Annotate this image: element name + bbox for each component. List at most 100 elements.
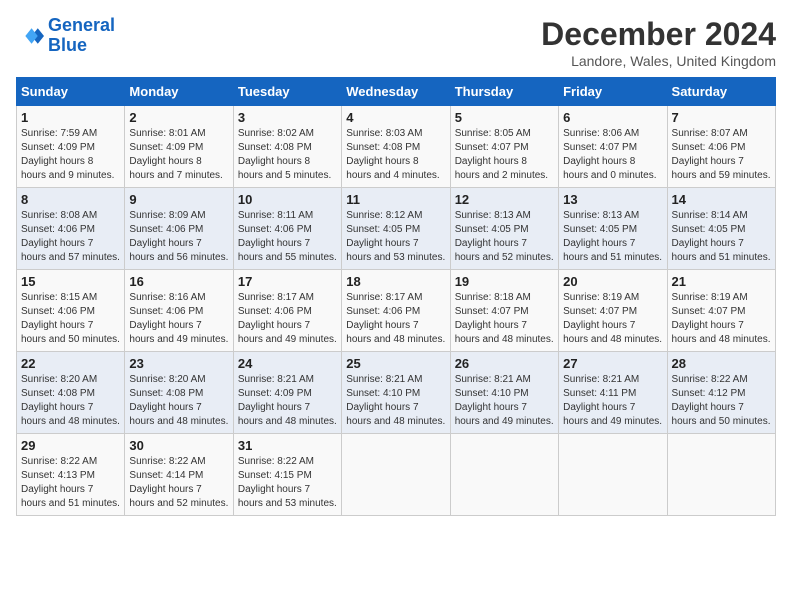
day-number: 15 — [21, 274, 120, 289]
day-number: 20 — [563, 274, 662, 289]
day-number: 4 — [346, 110, 445, 125]
day-info: Sunrise: 8:20 AM Sunset: 4:08 PM Dayligh… — [21, 373, 120, 429]
day-info: Sunrise: 8:05 AM Sunset: 4:07 PM Dayligh… — [455, 127, 554, 183]
calendar-table: Sunday Monday Tuesday Wednesday Thursday… — [16, 77, 776, 516]
day-info: Sunrise: 8:13 AM Sunset: 4:05 PM Dayligh… — [563, 209, 662, 265]
day-info: Sunrise: 8:19 AM Sunset: 4:07 PM Dayligh… — [563, 291, 662, 347]
logo-icon — [16, 22, 44, 50]
day-number: 28 — [672, 356, 771, 371]
col-tuesday: Tuesday — [233, 78, 341, 106]
day-number: 30 — [129, 438, 228, 453]
col-friday: Friday — [559, 78, 667, 106]
day-number: 16 — [129, 274, 228, 289]
day-number: 11 — [346, 192, 445, 207]
calendar-cell: 15 Sunrise: 8:15 AM Sunset: 4:06 PM Dayl… — [17, 270, 125, 352]
day-info: Sunrise: 8:11 AM Sunset: 4:06 PM Dayligh… — [238, 209, 337, 265]
day-info: Sunrise: 8:21 AM Sunset: 4:09 PM Dayligh… — [238, 373, 337, 429]
calendar-title: December 2024 — [541, 16, 776, 53]
day-number: 7 — [672, 110, 771, 125]
day-number: 25 — [346, 356, 445, 371]
calendar-cell: 4 Sunrise: 8:03 AM Sunset: 4:08 PM Dayli… — [342, 106, 450, 188]
day-info: Sunrise: 8:14 AM Sunset: 4:05 PM Dayligh… — [672, 209, 771, 265]
calendar-cell: 30 Sunrise: 8:22 AM Sunset: 4:14 PM Dayl… — [125, 434, 233, 516]
day-number: 22 — [21, 356, 120, 371]
calendar-header-row: Sunday Monday Tuesday Wednesday Thursday… — [17, 78, 776, 106]
calendar-cell: 11 Sunrise: 8:12 AM Sunset: 4:05 PM Dayl… — [342, 188, 450, 270]
day-info: Sunrise: 8:21 AM Sunset: 4:11 PM Dayligh… — [563, 373, 662, 429]
day-info: Sunrise: 8:15 AM Sunset: 4:06 PM Dayligh… — [21, 291, 120, 347]
calendar-cell: 5 Sunrise: 8:05 AM Sunset: 4:07 PM Dayli… — [450, 106, 558, 188]
day-number: 21 — [672, 274, 771, 289]
day-number: 9 — [129, 192, 228, 207]
calendar-cell — [667, 434, 775, 516]
day-number: 17 — [238, 274, 337, 289]
col-sunday: Sunday — [17, 78, 125, 106]
calendar-week-row: 29 Sunrise: 8:22 AM Sunset: 4:13 PM Dayl… — [17, 434, 776, 516]
col-thursday: Thursday — [450, 78, 558, 106]
calendar-cell: 28 Sunrise: 8:22 AM Sunset: 4:12 PM Dayl… — [667, 352, 775, 434]
calendar-cell: 16 Sunrise: 8:16 AM Sunset: 4:06 PM Dayl… — [125, 270, 233, 352]
col-wednesday: Wednesday — [342, 78, 450, 106]
day-number: 24 — [238, 356, 337, 371]
logo-text: General Blue — [48, 16, 115, 56]
day-info: Sunrise: 8:07 AM Sunset: 4:06 PM Dayligh… — [672, 127, 771, 183]
calendar-cell — [559, 434, 667, 516]
day-info: Sunrise: 8:08 AM Sunset: 4:06 PM Dayligh… — [21, 209, 120, 265]
calendar-cell: 27 Sunrise: 8:21 AM Sunset: 4:11 PM Dayl… — [559, 352, 667, 434]
day-info: Sunrise: 8:06 AM Sunset: 4:07 PM Dayligh… — [563, 127, 662, 183]
day-info: Sunrise: 8:22 AM Sunset: 4:13 PM Dayligh… — [21, 455, 120, 511]
calendar-cell: 19 Sunrise: 8:18 AM Sunset: 4:07 PM Dayl… — [450, 270, 558, 352]
day-info: Sunrise: 8:18 AM Sunset: 4:07 PM Dayligh… — [455, 291, 554, 347]
calendar-cell — [342, 434, 450, 516]
day-info: Sunrise: 8:22 AM Sunset: 4:15 PM Dayligh… — [238, 455, 337, 511]
calendar-cell: 23 Sunrise: 8:20 AM Sunset: 4:08 PM Dayl… — [125, 352, 233, 434]
day-number: 26 — [455, 356, 554, 371]
calendar-cell: 22 Sunrise: 8:20 AM Sunset: 4:08 PM Dayl… — [17, 352, 125, 434]
day-number: 19 — [455, 274, 554, 289]
day-info: Sunrise: 8:12 AM Sunset: 4:05 PM Dayligh… — [346, 209, 445, 265]
col-saturday: Saturday — [667, 78, 775, 106]
calendar-week-row: 8 Sunrise: 8:08 AM Sunset: 4:06 PM Dayli… — [17, 188, 776, 270]
calendar-cell: 7 Sunrise: 8:07 AM Sunset: 4:06 PM Dayli… — [667, 106, 775, 188]
day-info: Sunrise: 8:22 AM Sunset: 4:12 PM Dayligh… — [672, 373, 771, 429]
calendar-cell: 9 Sunrise: 8:09 AM Sunset: 4:06 PM Dayli… — [125, 188, 233, 270]
day-number: 13 — [563, 192, 662, 207]
col-monday: Monday — [125, 78, 233, 106]
day-number: 27 — [563, 356, 662, 371]
day-number: 29 — [21, 438, 120, 453]
calendar-week-row: 15 Sunrise: 8:15 AM Sunset: 4:06 PM Dayl… — [17, 270, 776, 352]
calendar-cell: 21 Sunrise: 8:19 AM Sunset: 4:07 PM Dayl… — [667, 270, 775, 352]
calendar-subtitle: Landore, Wales, United Kingdom — [541, 53, 776, 69]
day-number: 8 — [21, 192, 120, 207]
logo: General Blue — [16, 16, 115, 56]
calendar-cell: 12 Sunrise: 8:13 AM Sunset: 4:05 PM Dayl… — [450, 188, 558, 270]
calendar-cell: 29 Sunrise: 8:22 AM Sunset: 4:13 PM Dayl… — [17, 434, 125, 516]
day-info: Sunrise: 8:17 AM Sunset: 4:06 PM Dayligh… — [346, 291, 445, 347]
day-number: 23 — [129, 356, 228, 371]
calendar-cell: 8 Sunrise: 8:08 AM Sunset: 4:06 PM Dayli… — [17, 188, 125, 270]
calendar-cell: 25 Sunrise: 8:21 AM Sunset: 4:10 PM Dayl… — [342, 352, 450, 434]
day-info: Sunrise: 8:17 AM Sunset: 4:06 PM Dayligh… — [238, 291, 337, 347]
calendar-cell: 3 Sunrise: 8:02 AM Sunset: 4:08 PM Dayli… — [233, 106, 341, 188]
day-info: Sunrise: 8:13 AM Sunset: 4:05 PM Dayligh… — [455, 209, 554, 265]
day-number: 31 — [238, 438, 337, 453]
day-number: 12 — [455, 192, 554, 207]
day-info: Sunrise: 8:22 AM Sunset: 4:14 PM Dayligh… — [129, 455, 228, 511]
day-number: 1 — [21, 110, 120, 125]
calendar-cell — [450, 434, 558, 516]
day-info: Sunrise: 8:19 AM Sunset: 4:07 PM Dayligh… — [672, 291, 771, 347]
day-info: Sunrise: 7:59 AM Sunset: 4:09 PM Dayligh… — [21, 127, 120, 183]
calendar-cell: 17 Sunrise: 8:17 AM Sunset: 4:06 PM Dayl… — [233, 270, 341, 352]
title-block: December 2024 Landore, Wales, United Kin… — [541, 16, 776, 69]
calendar-week-row: 1 Sunrise: 7:59 AM Sunset: 4:09 PM Dayli… — [17, 106, 776, 188]
calendar-cell: 18 Sunrise: 8:17 AM Sunset: 4:06 PM Dayl… — [342, 270, 450, 352]
day-number: 5 — [455, 110, 554, 125]
calendar-cell: 20 Sunrise: 8:19 AM Sunset: 4:07 PM Dayl… — [559, 270, 667, 352]
day-info: Sunrise: 8:21 AM Sunset: 4:10 PM Dayligh… — [346, 373, 445, 429]
day-info: Sunrise: 8:01 AM Sunset: 4:09 PM Dayligh… — [129, 127, 228, 183]
day-info: Sunrise: 8:02 AM Sunset: 4:08 PM Dayligh… — [238, 127, 337, 183]
day-info: Sunrise: 8:21 AM Sunset: 4:10 PM Dayligh… — [455, 373, 554, 429]
calendar-cell: 14 Sunrise: 8:14 AM Sunset: 4:05 PM Dayl… — [667, 188, 775, 270]
day-number: 14 — [672, 192, 771, 207]
day-number: 2 — [129, 110, 228, 125]
